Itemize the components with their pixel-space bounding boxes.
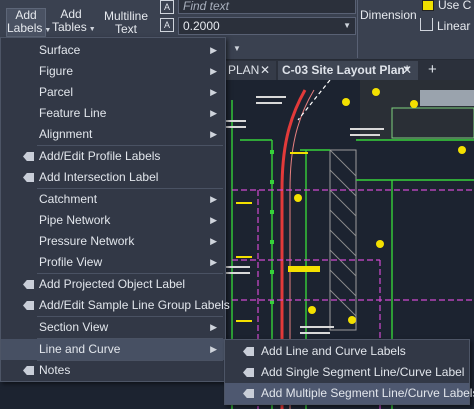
menu-item-add-edit-profile-labels[interactable]: Add/Edit Profile Labels xyxy=(1,146,225,167)
use-color-label: Use C xyxy=(438,0,472,12)
menu-item-feature-line[interactable]: Feature Line ▶ xyxy=(1,103,225,124)
chevron-right-icon: ▶ xyxy=(210,129,217,139)
tag-icon xyxy=(23,280,34,289)
dropdown-arrow-icon: ▼ xyxy=(44,27,52,34)
menu-item-add-edit-sample-line-group-labels[interactable]: Add/Edit Sample Line Group Labels xyxy=(1,295,230,316)
menu-item-label: Add Projected Object Label xyxy=(39,277,186,291)
menu-item-label: Notes xyxy=(39,363,71,377)
use-color-swatch[interactable] xyxy=(422,0,434,11)
panel-expand-icon[interactable]: ▼ xyxy=(233,44,241,53)
submenu-item-label: Add Multiple Segment Line/Curve Labels xyxy=(261,386,474,400)
text-height-value: 0.2000 xyxy=(183,19,220,33)
menu-item-label: Pressure Network xyxy=(39,234,135,248)
chevron-right-icon: ▶ xyxy=(210,45,217,55)
menu-item-parcel[interactable]: Parcel ▶ xyxy=(1,82,225,103)
tab-label: C-03 Site Layout Plan* xyxy=(282,63,410,77)
text-height-select[interactable]: 0.2000 ▼ xyxy=(178,17,356,35)
tag-icon xyxy=(23,173,34,182)
menu-item-label: Add Intersection Label xyxy=(39,170,159,184)
menu-item-label: Catchment xyxy=(39,192,98,206)
linear-label[interactable]: Linear xyxy=(437,19,470,33)
menu-item-label: Feature Line xyxy=(39,106,107,120)
submenu-item-label: Add Line and Curve Labels xyxy=(261,344,406,358)
tag-icon xyxy=(23,366,34,375)
add-labels-menu: Surface ▶ Figure ▶ Parcel ▶ Feature Line ▶ A… xyxy=(0,37,230,382)
menu-item-label: Parcel xyxy=(39,85,74,99)
menu-item-label: Add/Edit Profile Labels xyxy=(39,149,161,163)
tag-icon xyxy=(243,389,254,398)
add-tables-line2: Tables xyxy=(52,20,87,34)
find-text-icon[interactable]: A xyxy=(160,0,174,14)
menu-item-pressure-network[interactable]: Pressure Network ▶ xyxy=(1,231,225,252)
dimension-button[interactable]: Dimension xyxy=(360,8,417,22)
submenu-item-add-single-segment-label[interactable]: Add Single Segment Line/Curve Label xyxy=(225,362,469,383)
close-icon[interactable]: ✕ xyxy=(260,61,270,79)
menu-item-label: Figure xyxy=(39,64,74,78)
linear-dimension-icon[interactable] xyxy=(420,18,433,31)
chevron-right-icon: ▶ xyxy=(210,66,217,76)
line-and-curve-submenu: Add Line and Curve Labels Add Single Seg… xyxy=(224,339,474,405)
tab-plan[interactable]: PLAN ✕ xyxy=(224,61,276,80)
submenu-item-add-line-and-curve-labels[interactable]: Add Line and Curve Labels xyxy=(225,341,469,362)
menu-item-label: Profile View xyxy=(39,255,103,269)
menu-item-line-and-curve[interactable]: Line and Curve ▶ xyxy=(1,339,225,360)
tab-site-layout-plan[interactable]: C-03 Site Layout Plan* ✕ xyxy=(278,61,418,80)
chevron-right-icon: ▶ xyxy=(210,87,217,97)
menu-item-figure[interactable]: Figure ▶ xyxy=(1,61,225,82)
menu-item-section-view[interactable]: Section View ▶ xyxy=(1,317,225,338)
multiline-text-line2: Text xyxy=(114,22,137,36)
new-tab-plus-icon[interactable]: + xyxy=(424,61,444,80)
close-icon[interactable]: ✕ xyxy=(402,61,412,79)
submenu-item-label: Add Single Segment Line/Curve Label xyxy=(261,365,465,379)
chevron-right-icon: ▶ xyxy=(210,108,217,118)
tag-icon xyxy=(23,152,34,161)
menu-item-label: Alignment xyxy=(39,127,93,141)
chevron-right-icon: ▶ xyxy=(210,194,217,204)
menu-item-surface[interactable]: Surface ▶ xyxy=(1,40,225,61)
chevron-right-icon: ▶ xyxy=(210,344,217,354)
menu-item-label: Add/Edit Sample Line Group Labels xyxy=(39,298,230,312)
menu-item-profile-view[interactable]: Profile View ▶ xyxy=(1,252,225,273)
find-text-input[interactable]: Find text xyxy=(178,0,356,14)
menu-item-add-intersection-label[interactable]: Add Intersection Label xyxy=(1,167,225,188)
tag-icon xyxy=(23,301,34,310)
menu-item-label: Surface xyxy=(39,43,81,57)
chevron-down-icon: ▼ xyxy=(343,21,351,30)
chevron-right-icon: ▶ xyxy=(210,236,217,246)
menu-item-catchment[interactable]: Catchment ▶ xyxy=(1,189,225,210)
menu-item-label: Pipe Network xyxy=(39,213,111,227)
menu-item-notes[interactable]: Notes xyxy=(1,360,225,381)
menu-item-add-projected-object-label[interactable]: Add Projected Object Label xyxy=(1,274,225,295)
add-labels-button[interactable]: Add Labels ▼ xyxy=(6,8,51,37)
tag-icon xyxy=(243,368,254,377)
menu-item-alignment[interactable]: Alignment ▶ xyxy=(1,124,225,145)
chevron-right-icon: ▶ xyxy=(210,215,217,225)
dropdown-arrow-icon: ▼ xyxy=(88,26,96,33)
chevron-right-icon: ▶ xyxy=(210,257,217,267)
chevron-right-icon: ▶ xyxy=(210,322,217,332)
submenu-item-add-multiple-segment-labels[interactable]: Add Multiple Segment Line/Curve Labels xyxy=(225,383,474,404)
tag-icon xyxy=(243,347,254,356)
text-style-icon[interactable]: A xyxy=(160,18,174,32)
menu-item-label: Line and Curve xyxy=(39,342,121,356)
add-labels-line2: Labels xyxy=(7,21,43,35)
menu-item-label: Section View xyxy=(39,320,109,334)
menu-item-pipe-network[interactable]: Pipe Network ▶ xyxy=(1,210,225,231)
tab-label: PLAN xyxy=(228,63,260,77)
